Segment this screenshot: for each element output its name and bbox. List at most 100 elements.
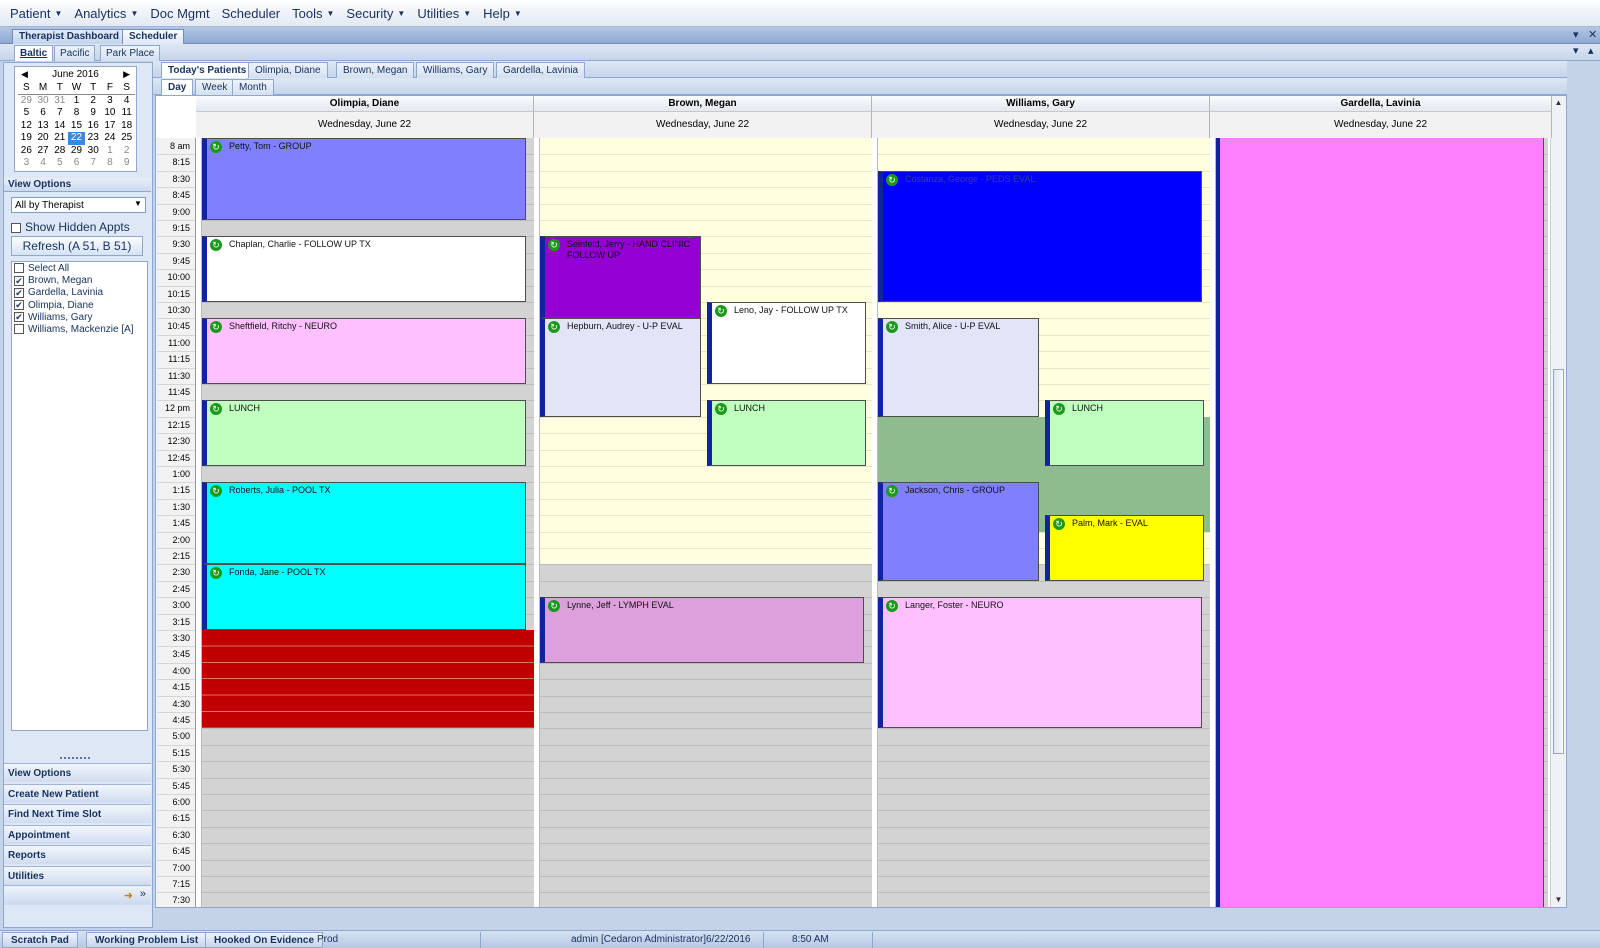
scroll-up-icon[interactable]: ▲ (1551, 96, 1566, 110)
calendar-day[interactable]: 19 (18, 132, 35, 145)
calendar-day[interactable]: 5 (51, 157, 68, 170)
nav-button-reports[interactable]: Reports (4, 845, 151, 865)
chevron-down-icon[interactable]: ▾ (1573, 44, 1579, 57)
calendar-day[interactable]: 3 (102, 95, 119, 108)
scratch-pad-button[interactable]: Scratch Pad (2, 932, 78, 948)
appointment-block[interactable]: ↻ Seinfeld, Jerry - HAND CLINIC FOLLOW UP (540, 236, 701, 319)
splitter-grip[interactable] (60, 757, 90, 761)
appointment-block[interactable]: ↻ LUNCH (707, 400, 866, 466)
menu-analytics[interactable]: Analytics ▼ (68, 6, 144, 21)
tab-baltic[interactable]: Baltic (14, 45, 54, 61)
calendar-day[interactable]: 21 (51, 132, 68, 145)
column-header[interactable]: Williams, Gary (872, 96, 1210, 112)
calendar-day[interactable]: 7 (85, 157, 102, 170)
appointment-block[interactable]: ↻ LUNCH (202, 400, 526, 466)
calendar-day[interactable]: 8 (68, 107, 85, 120)
tab-day[interactable]: Day (161, 79, 194, 95)
menu-doc-mgmt[interactable]: Doc Mgmt (144, 6, 215, 21)
calendar-day[interactable]: 26 (18, 145, 35, 158)
chevron-down-icon[interactable]: » (140, 888, 146, 900)
therapist-list-item[interactable]: Select All (14, 263, 69, 274)
calendar-day[interactable]: 13 (35, 120, 52, 133)
calendar-day[interactable]: 1 (68, 95, 85, 108)
appointment-block[interactable]: ↻ Roberts, Julia - POOL TX (202, 482, 526, 565)
calendar-day[interactable]: 17 (102, 120, 119, 133)
appointment-block[interactable]: ↻ Petty, Tom - GROUP (202, 138, 526, 220)
calendar-day[interactable]: 9 (118, 157, 135, 170)
therapist-list-item[interactable]: Williams, Mackenzie [A] (14, 324, 134, 335)
menu-tools[interactable]: Tools ▼ (286, 6, 340, 21)
calendar-day[interactable]: 4 (35, 157, 52, 170)
calendar-day[interactable]: 22 (68, 132, 85, 145)
calendar-day[interactable]: 2 (85, 95, 102, 108)
calendar-day[interactable]: 10 (102, 107, 119, 120)
close-icon[interactable]: ✕ (1588, 28, 1597, 41)
tab-patient-3[interactable]: Williams, Gary (416, 62, 495, 78)
tab-pacific[interactable]: Pacific (54, 45, 96, 61)
calendar-day[interactable]: 4 (118, 95, 135, 108)
calendar-day[interactable]: 1 (102, 145, 119, 158)
therapist-list-item[interactable]: ✔ Brown, Megan (14, 275, 92, 286)
nav-button-find-next-time-slot[interactable]: Find Next Time Slot (4, 804, 151, 824)
schedule-block[interactable] (202, 630, 534, 729)
appointment-block[interactable]: ↻ Chaplan, Charlie - FOLLOW UP TX (202, 236, 526, 302)
therapist-list-item[interactable]: ✔ Gardella, Lavinia (14, 287, 103, 298)
calendar-day[interactable]: 29 (18, 95, 35, 108)
working-problem-list-button[interactable]: Working Problem List (86, 932, 208, 948)
calendar-day[interactable]: 11 (118, 107, 135, 120)
tab-patient-4[interactable]: Gardella, Lavinia (496, 62, 586, 78)
refresh-button[interactable]: Refresh (A 51, B 51) (11, 236, 143, 256)
pin-icon[interactable]: ▴ (1588, 44, 1594, 57)
calendar-day[interactable]: 7 (51, 107, 68, 120)
nav-button-view-options[interactable]: View Options (4, 763, 151, 782)
menu-help[interactable]: Help ▼ (477, 6, 528, 21)
nav-button-appointment[interactable]: Appointment (4, 824, 151, 844)
calendar-day[interactable]: 3 (18, 157, 35, 170)
window-menu-icon[interactable]: ▾ (1573, 28, 1579, 41)
calendar-day[interactable]: 28 (51, 145, 68, 158)
vertical-scrollbar[interactable]: ▲ ▼ (1550, 96, 1566, 907)
scroll-down-icon[interactable]: ▼ (1551, 893, 1566, 907)
tab-month[interactable]: Month (232, 79, 274, 95)
tab-week[interactable]: Week (195, 79, 235, 95)
calendar-day[interactable]: 9 (85, 107, 102, 120)
scroll-thumb[interactable] (1553, 369, 1564, 754)
hooked-on-evidence-button[interactable]: Hooked On Evidence (205, 932, 324, 948)
nav-button-create-new-patient[interactable]: Create New Patient (4, 783, 151, 803)
therapist-list-item[interactable]: ✔ Olimpia, Diane (14, 300, 94, 311)
calendar-day[interactable]: 6 (35, 107, 52, 120)
calendar-day[interactable]: 16 (85, 120, 102, 133)
calendar-day[interactable]: 2 (118, 145, 135, 158)
appointment-block[interactable]: ↻ Palm, Mark - EVAL (1045, 515, 1204, 581)
calendar-day[interactable]: 23 (85, 132, 102, 145)
calendar-day[interactable]: 12 (18, 120, 35, 133)
calendar-day[interactable]: 29 (68, 145, 85, 158)
calendar-day[interactable]: 14 (51, 120, 68, 133)
menu-utilities[interactable]: Utilities ▼ (411, 6, 477, 21)
calendar-day[interactable]: 27 (35, 145, 52, 158)
arrow-icon[interactable]: ➜ (124, 889, 133, 902)
calendar-day[interactable]: 8 (102, 157, 119, 170)
appointment-block[interactable]: ↻ Hepburn, Audrey - U-P EVAL (540, 318, 701, 417)
tab-patient-0[interactable]: Today's Patients (161, 62, 254, 78)
calendar-day[interactable]: 15 (68, 120, 85, 133)
therapist-list-item[interactable]: ✔ Williams, Gary (14, 312, 92, 323)
calendar-day[interactable]: 18 (118, 120, 135, 133)
chevron-left-icon[interactable]: ◀ (21, 69, 28, 80)
calendar-day[interactable]: 6 (68, 157, 85, 170)
appointment-block[interactable]: ↻ Costanza, George - PEDS EVAL (878, 170, 1202, 302)
appointment-block[interactable]: ↻ Lynne, Jeff - LYMPH EVAL (540, 597, 864, 663)
menu-scheduler[interactable]: Scheduler (216, 6, 287, 21)
menu-security[interactable]: Security ▼ (340, 6, 411, 21)
appointment-block[interactable]: ↻ Leno, Jay - FOLLOW UP TX (707, 302, 866, 384)
schedule-block[interactable] (1216, 138, 1544, 907)
view-select[interactable]: All by Therapist ▼ (11, 197, 146, 213)
menu-patient[interactable]: Patient ▼ (4, 6, 68, 21)
column-header[interactable]: Brown, Megan (534, 96, 872, 112)
calendar-day[interactable]: 31 (51, 95, 68, 108)
appointment-block[interactable]: ↻ Langer, Foster - NEURO (878, 597, 1202, 729)
tab-park-place[interactable]: Park Place (100, 45, 161, 61)
calendar-day[interactable]: 25 (118, 132, 135, 145)
appointment-block[interactable]: ↻ Smith, Alice - U-P EVAL (878, 318, 1039, 417)
calendar-day[interactable]: 30 (35, 95, 52, 108)
